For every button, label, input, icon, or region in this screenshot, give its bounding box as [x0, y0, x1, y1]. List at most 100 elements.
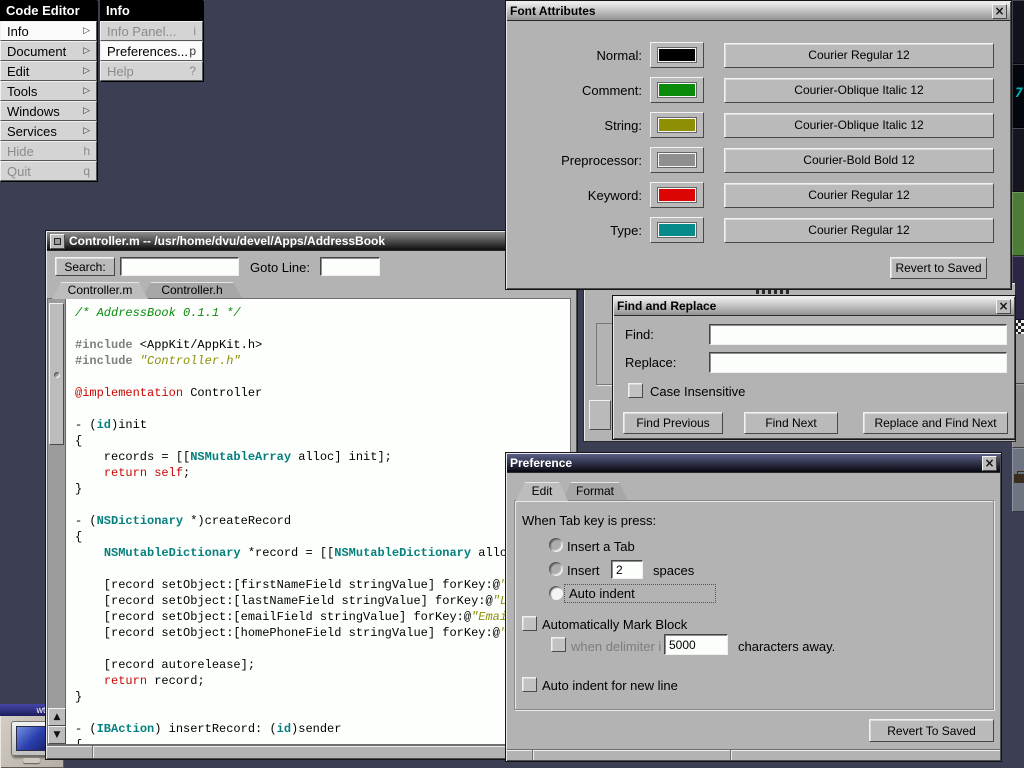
code-line: #include <AppKit/AppKit.h> [75, 337, 570, 353]
menu-item-edit[interactable]: Edit▷ [0, 61, 97, 81]
tab-controller-m[interactable]: Controller.m [52, 282, 148, 299]
miniaturize-icon [54, 238, 61, 245]
vertical-scrollbar[interactable]: ▲ ▼ [48, 299, 66, 744]
editor-window: Controller.m -- /usr/home/dvu/devel/Apps… [45, 230, 578, 760]
menu-item-tools[interactable]: Tools▷ [0, 81, 97, 101]
dock-tile-3[interactable] [1012, 128, 1024, 192]
comment-font-button[interactable]: Courier-Oblique Italic 12 [724, 78, 994, 103]
tab-format[interactable]: Format [562, 482, 628, 501]
font-attributes-titlebar[interactable]: Font Attributes × [507, 2, 1010, 21]
editor-titlebar[interactable]: Controller.m -- /usr/home/dvu/devel/Apps… [47, 232, 576, 251]
code-line: - (IBAction) insertRecord: (id)sender [75, 721, 570, 737]
close-icon[interactable]: × [982, 456, 997, 471]
tab-controller-h[interactable]: Controller.h [142, 282, 242, 298]
close-icon[interactable]: × [996, 299, 1011, 314]
tab-edit[interactable]: Edit [516, 482, 568, 501]
menu-item-label: Services [7, 124, 57, 139]
code-line [75, 705, 570, 721]
insert-spaces-radio[interactable] [549, 562, 563, 576]
normal-color-swatch [658, 48, 696, 62]
string-color-well[interactable] [650, 112, 704, 138]
insert-a-tab-radio[interactable] [549, 538, 563, 552]
when-delimiter-checkbox[interactable] [551, 637, 566, 652]
keyword-font-button[interactable]: Courier Regular 12 [724, 183, 994, 208]
menu-item-info-panel[interactable]: Info Panel...i [100, 21, 203, 41]
scrollbar-knob[interactable] [49, 303, 64, 445]
menu-item-label: Help [107, 64, 134, 79]
replace-and-find-next-button[interactable]: Replace and Find Next [863, 412, 1008, 434]
dock-tile-image[interactable] [1012, 192, 1024, 256]
type-color-swatch [658, 223, 696, 237]
menu-item-preferences[interactable]: Preferences...p [100, 41, 203, 61]
insert-a-tab-label: Insert a Tab [567, 539, 635, 554]
menu-item-info[interactable]: Info▷ [0, 21, 97, 41]
when-delimiter-label: when delimiter i [571, 639, 661, 654]
preference-titlebar[interactable]: Preference × [507, 454, 1000, 473]
preprocessor-color-well[interactable] [650, 147, 704, 173]
font-attributes-rows: Normal:Courier Regular 12Comment:Courier… [507, 21, 1010, 288]
scroll-down-button[interactable]: ▼ [48, 726, 66, 744]
menu-item-hide[interactable]: Hideh [0, 141, 97, 161]
auto-indent-label: Auto indent [564, 584, 716, 603]
wterm-screen [16, 726, 46, 751]
menu-item-quit[interactable]: Quitq [0, 161, 97, 181]
spaces-count-input[interactable] [611, 560, 643, 579]
code-editor-content[interactable]: /* AddressBook 0.1.1 */ #include <AppKit… [66, 299, 570, 744]
normal-font-button[interactable]: Courier Regular 12 [724, 43, 994, 68]
automatically-mark-block-checkbox[interactable] [522, 616, 537, 631]
type-font-button[interactable]: Courier Regular 12 [724, 218, 994, 243]
menu-item-services[interactable]: Services▷ [0, 121, 97, 141]
dock-tile-briefcase[interactable] [1012, 448, 1024, 512]
delimiter-distance-input[interactable] [664, 634, 728, 655]
case-insensitive-checkbox[interactable] [628, 383, 643, 398]
main-menu: Code Editor Info▷Document▷Edit▷Tools▷Win… [0, 0, 97, 181]
menu-item-windows[interactable]: Windows▷ [0, 101, 97, 121]
find-next-button[interactable]: Find Next [744, 412, 838, 434]
revert-to-saved-button[interactable]: Revert To Saved [869, 719, 994, 742]
search-button[interactable]: Search: [55, 257, 115, 276]
submenu-arrow-icon: ▷ [83, 46, 90, 56]
preprocessor-color-swatch [658, 153, 696, 167]
editor-resize-bar[interactable] [47, 745, 576, 758]
auto-indent-new-line-checkbox[interactable] [522, 677, 537, 692]
font-attr-label: Comment: [507, 83, 642, 98]
type-color-well[interactable] [650, 217, 704, 243]
find-previous-button[interactable]: Find Previous [623, 412, 723, 434]
code-line: [record autorelease]; [75, 657, 570, 673]
code-line: [record setObject:[firstNameField string… [75, 577, 570, 593]
find-replace-titlebar[interactable]: Find and Replace × [614, 297, 1014, 316]
miniaturize-button[interactable] [50, 234, 65, 249]
normal-color-well[interactable] [650, 42, 704, 68]
goto-line-input[interactable] [320, 257, 380, 276]
preference-resize-bar[interactable] [507, 749, 1000, 760]
main-menu-title[interactable]: Code Editor [0, 0, 97, 21]
preprocessor-font-button[interactable]: Courier-Bold Bold 12 [724, 148, 994, 173]
dock-tile-1[interactable] [1012, 0, 1024, 64]
menu-key-equivalent: q [83, 164, 90, 178]
string-color-swatch [658, 118, 696, 132]
menu-item-label: Preferences... [107, 44, 188, 59]
code-line [75, 497, 570, 513]
wterm-monitor-stand [23, 758, 40, 763]
find-input[interactable] [709, 324, 1007, 345]
dock-tile-terminal[interactable]: 7 [1012, 64, 1024, 128]
info-submenu-title[interactable]: Info [100, 0, 203, 21]
code-line: } [75, 481, 570, 497]
menu-item-document[interactable]: Document▷ [0, 41, 97, 61]
keyword-color-well[interactable] [650, 182, 704, 208]
code-line: } [75, 689, 570, 705]
search-input[interactable] [120, 257, 239, 276]
string-font-button[interactable]: Courier-Oblique Italic 12 [724, 113, 994, 138]
menu-item-label: Edit [7, 64, 29, 79]
menu-key-equivalent: h [83, 144, 90, 158]
scroll-up-button[interactable]: ▲ [48, 708, 66, 726]
close-icon[interactable]: × [992, 4, 1007, 19]
submenu-arrow-icon: ▷ [83, 86, 90, 96]
menu-key-equivalent: i [193, 24, 196, 38]
replace-input[interactable] [709, 352, 1007, 373]
comment-color-well[interactable] [650, 77, 704, 103]
font-attributes-window: Font Attributes × Normal:Courier Regular… [505, 0, 1012, 290]
revert-to-saved-button[interactable]: Revert to Saved [890, 257, 987, 279]
menu-item-help[interactable]: Help? [100, 61, 203, 81]
auto-indent-radio[interactable] [549, 586, 563, 600]
